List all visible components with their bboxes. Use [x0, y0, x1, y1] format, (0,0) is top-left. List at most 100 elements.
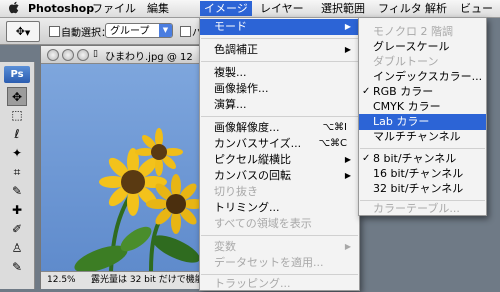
menu-item-canvas-size[interactable]: カンバスサイズ... ⌥⌘C [200, 136, 359, 152]
menu-item-trim[interactable]: トリミング... [200, 200, 359, 216]
crop-tool-icon[interactable]: ⌗ [7, 163, 27, 182]
submenu-arrow-icon: ▶ [344, 22, 351, 31]
submenu-item-grayscale[interactable]: グレースケール [359, 39, 486, 55]
slice-tool-icon[interactable]: ✎ [7, 182, 27, 201]
menu-item-label: ダブルトーン [373, 55, 439, 68]
menu-item-pixel-aspect-ratio[interactable]: ピクセル縦横比 ▶ [200, 152, 359, 168]
submenu-item-color-table: カラーテーブル... [359, 201, 486, 217]
menu-item-calculations[interactable]: 演算... [200, 97, 359, 113]
menu-item-label: グレースケール [373, 40, 450, 53]
history-brush-tool-icon[interactable]: ✎ [7, 258, 27, 277]
submenu-item-duotone: ダブルトーン [359, 54, 486, 70]
photoshop-logo[interactable]: Ps [4, 66, 30, 83]
menu-item-reveal-all: すべての領域を表示 [200, 216, 359, 232]
toolbox-panel: Ps ✥ ⬚ ℓ ✦ ⌗ ✎ ✚ ✐ ♙ ✎ [0, 62, 35, 289]
submenu-arrow-icon: ▶ [344, 242, 351, 251]
document-title-bar[interactable]: ▯ ひまわり.jpg @ 12 [41, 46, 204, 64]
close-window-button[interactable] [47, 49, 59, 61]
menu-item-label: 複製... [214, 66, 247, 79]
lasso-tool-icon[interactable]: ℓ [7, 125, 27, 144]
menu-filter[interactable]: フィルタ [378, 1, 422, 16]
menu-item-label: RGB カラー [373, 85, 434, 98]
auto-select-checkbox[interactable] [49, 26, 60, 37]
document-status-bar: 12.5% 露光量は 32 bit だけで機能 [41, 271, 204, 289]
menu-item-adjustments[interactable]: 色調補正 ▶ [200, 42, 359, 58]
menu-item-label: インデックスカラー... [373, 70, 483, 83]
menu-shortcut: ⌥⌘C [318, 138, 347, 149]
marquee-tool-icon[interactable]: ⬚ [7, 106, 27, 125]
magic-wand-tool-icon[interactable]: ✦ [7, 144, 27, 163]
workspace-background [486, 18, 500, 289]
menu-view[interactable]: ビュー [460, 1, 493, 16]
auto-select-target-dropdown[interactable]: グループ ▼ [105, 23, 173, 38]
menu-item-label: モード [214, 20, 247, 33]
clone-stamp-tool-icon[interactable]: ♙ [7, 239, 27, 258]
menu-item-label: データセットを適用... [214, 256, 324, 269]
menu-layer[interactable]: レイヤー [260, 1, 304, 16]
menu-item-duplicate[interactable]: 複製... [200, 65, 359, 81]
move-tool-icon[interactable]: ✥ [7, 87, 27, 106]
menu-item-image-size[interactable]: 画像解像度... ⌥⌘I [200, 120, 359, 136]
menu-separator [201, 116, 358, 117]
chevron-down-icon: ▼ [24, 29, 31, 37]
menu-item-label: 色調補正 [214, 43, 258, 56]
submenu-item-bitmap: モノクロ 2 階調 [359, 24, 486, 40]
submenu-item-32bit[interactable]: 32 bit/チャンネル [359, 181, 486, 197]
submenu-item-multichannel[interactable]: マルチチャンネル [359, 129, 486, 145]
tool-preset-picker[interactable]: ✥▼ [6, 21, 40, 42]
submenu-item-8bit[interactable]: ✓ 8 bit/チャンネル [359, 151, 486, 167]
menu-item-label: カラーテーブル... [373, 202, 460, 215]
menu-item-label: 演算... [214, 98, 247, 111]
menu-item-crop: 切り抜き [200, 184, 359, 200]
submenu-item-rgb-color[interactable]: ✓ RGB カラー [359, 84, 486, 100]
menu-item-label: カンバスサイズ... [214, 137, 302, 150]
menu-item-label: CMYK カラー [373, 100, 441, 113]
menu-item-label: ピクセル縦横比 [214, 153, 291, 166]
menu-separator [201, 235, 358, 236]
status-message: 露光量は 32 bit だけで機能 [91, 275, 204, 285]
menu-select[interactable]: 選択範囲 [321, 1, 365, 16]
brush-tool-icon[interactable]: ✐ [7, 220, 27, 239]
menu-item-label: 32 bit/チャンネル [373, 182, 464, 195]
menu-item-label: 8 bit/チャンネル [373, 152, 457, 165]
sunflower-image [74, 128, 204, 271]
show-bounding-box-checkbox[interactable] [180, 26, 191, 37]
menu-analysis[interactable]: 解析 [425, 1, 447, 16]
menu-item-label: マルチチャンネル [373, 130, 461, 143]
menu-photoshop[interactable]: Photoshop [28, 1, 94, 16]
submenu-item-indexed-color[interactable]: インデックスカラー... [359, 69, 486, 85]
healing-brush-tool-icon[interactable]: ✚ [7, 201, 27, 220]
document-file-icon: ▯ [93, 49, 98, 59]
zoom-window-button[interactable] [77, 49, 89, 61]
submenu-item-lab-color[interactable]: Lab カラー [359, 114, 486, 130]
menu-image[interactable]: イメージ [200, 1, 252, 16]
menu-separator [201, 61, 358, 62]
menu-item-rotate-canvas[interactable]: カンバスの回転 ▶ [200, 168, 359, 184]
apple-icon[interactable] [9, 1, 20, 17]
checkmark-icon: ✓ [362, 153, 371, 164]
menu-item-label: トラッピング... [214, 277, 291, 290]
menu-separator [360, 148, 485, 149]
menu-item-label: 切り抜き [214, 185, 258, 198]
mode-submenu: モノクロ 2 階調 グレースケール ダブルトーン インデックスカラー... ✓ … [358, 17, 487, 216]
menu-item-trap: トラッピング... [200, 276, 359, 292]
menu-edit[interactable]: 編集 [147, 1, 169, 16]
menu-item-apply-data-set: データセットを適用... [200, 255, 359, 271]
menu-item-apply-image[interactable]: 画像操作... [200, 81, 359, 97]
minimize-window-button[interactable] [62, 49, 74, 61]
menu-file[interactable]: ファイル [92, 1, 136, 16]
zoom-level-field[interactable]: 12.5% [47, 272, 76, 288]
menu-item-mode[interactable]: モード ▶ [200, 19, 359, 35]
chevron-down-icon: ▼ [159, 24, 172, 37]
submenu-arrow-icon: ▶ [344, 171, 351, 180]
submenu-arrow-icon: ▶ [344, 155, 351, 164]
menu-item-variables: 変数 ▶ [200, 239, 359, 255]
submenu-item-cmyk-color[interactable]: CMYK カラー [359, 99, 486, 115]
dropdown-value: グループ [110, 26, 150, 37]
menu-shortcut: ⌥⌘I [322, 122, 347, 133]
image-canvas[interactable] [41, 64, 204, 271]
menu-item-label: すべての領域を表示 [214, 217, 312, 230]
menu-item-label: 変数 [214, 240, 236, 253]
menu-item-label: モノクロ 2 階調 [373, 25, 453, 38]
submenu-item-16bit[interactable]: 16 bit/チャンネル [359, 166, 486, 182]
